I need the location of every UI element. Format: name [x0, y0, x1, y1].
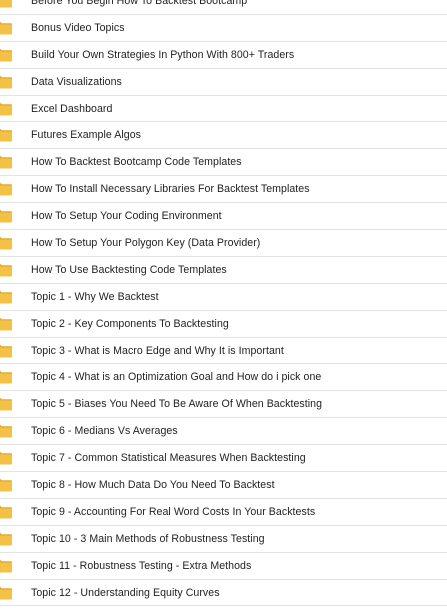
folder-label: Topic 11 - Robustness Testing - Extra Me…: [31, 559, 252, 572]
folder-row[interactable]: Topic 3 - What is Macro Edge and Why It …: [0, 338, 447, 365]
folder-row[interactable]: Topic 10 - 3 Main Methods of Robustness …: [0, 526, 447, 553]
folder-label: Topic 10 - 3 Main Methods of Robustness …: [31, 532, 265, 545]
folder-icon: [0, 370, 12, 384]
folder-row[interactable]: Topic 4 - What is an Optimization Goal a…: [0, 364, 447, 392]
folder-icon: [0, 102, 12, 115]
folder-row[interactable]: How To Use Backtesting Code Templates: [0, 257, 447, 284]
folder-row[interactable]: Before You Begin How To Backtest Bootcam…: [0, 0, 447, 15]
folder-label: Topic 1 - Why We Backtest: [31, 290, 159, 303]
folder-icon: [0, 209, 12, 223]
folder-label: Topic 4 - What is an Optimization Goal a…: [31, 371, 322, 384]
folder-label: How To Use Backtesting Code Templates: [31, 263, 227, 276]
folder-label: Topic 5 - Biases You Need To Be Aware Of…: [31, 398, 323, 411]
folder-icon: [0, 21, 12, 35]
folder-icon: [0, 128, 12, 142]
folder-row[interactable]: Bonus Video Topics: [0, 15, 447, 42]
folder-label: Topic 9 - Accounting For Real Word Costs…: [31, 505, 316, 518]
folder-icon: [0, 236, 12, 250]
folder-label: Topic 3 - What is Macro Edge and Why It …: [31, 344, 284, 357]
folder-label: Topic 6 - Medians Vs Averages: [31, 425, 178, 438]
folder-label: Topic 12 - Understanding Equity Curves: [31, 586, 220, 599]
folder-icon: [0, 48, 12, 62]
folder-label: How To Setup Your Polygon Key (Data Prov…: [31, 236, 261, 249]
folder-icon: [0, 478, 12, 492]
folder-row[interactable]: Topic 8 - How Much Data Do You Need To B…: [0, 472, 447, 499]
folder-row[interactable]: Topic 5 - Biases You Need To Be Aware Of…: [0, 391, 447, 419]
folder-row[interactable]: Topic 1 - Why We Backtest: [0, 284, 447, 311]
folder-label: Before You Begin How To Backtest Bootcam…: [31, 0, 248, 7]
folder-label: Topic 7 - Common Statistical Measures Wh…: [31, 452, 306, 465]
folder-row[interactable]: Excel Dashboard: [0, 96, 447, 123]
folder-icon: [0, 155, 12, 169]
folder-label: Topic 8 - How Much Data Do You Need To B…: [31, 478, 275, 491]
folder-row[interactable]: Topic 2 - Key Components To Backtesting: [0, 311, 447, 338]
folder-row[interactable]: Topic 9 - Accounting For Real Word Costs…: [0, 499, 447, 526]
folder-row[interactable]: Futures Example Algos: [0, 122, 447, 150]
folder-label: How To Setup Your Coding Environment: [31, 210, 222, 223]
folder-label: Data Visualizations: [31, 75, 122, 88]
folder-label: Build Your Own Strategies In Python With…: [31, 48, 295, 61]
folder-icon: [0, 263, 12, 277]
folder-row[interactable]: Topic 11 - Robustness Testing - Extra Me…: [0, 553, 447, 580]
folder-row[interactable]: Topic 6 - Medians Vs Averages: [0, 418, 447, 446]
folder-label: Futures Example Algos: [31, 129, 141, 142]
folder-icon: [0, 397, 12, 411]
folder-row[interactable]: Data Visualizations: [0, 69, 447, 96]
folder-icon: [0, 559, 12, 573]
folder-label: Excel Dashboard: [31, 102, 113, 115]
folder-label: How To Install Necessary Libraries For B…: [31, 183, 310, 196]
folder-label: Topic 2 - Key Components To Backtesting: [31, 317, 229, 330]
folder-label: How To Backtest Bootcamp Code Templates: [31, 156, 242, 169]
folder-icon: [0, 75, 12, 89]
folder-icon: [0, 451, 12, 465]
folder-row[interactable]: Build Your Own Strategies In Python With…: [0, 42, 447, 69]
folder-icon: [0, 290, 12, 304]
folder-icon: [0, 505, 12, 519]
folder-row[interactable]: How To Install Necessary Libraries For B…: [0, 176, 447, 204]
folder-list: Before You Begin How To Backtest Bootcam…: [0, 0, 447, 607]
folder-icon: [0, 532, 12, 546]
folder-row[interactable]: Topic 7 - Common Statistical Measures Wh…: [0, 445, 447, 473]
folder-icon: [0, 0, 12, 8]
folder-row[interactable]: Topic 12 - Understanding Equity Curves: [0, 580, 447, 607]
folder-label: Bonus Video Topics: [31, 21, 125, 34]
folder-icon: [0, 344, 12, 358]
folder-row[interactable]: How To Setup Your Coding Environment: [0, 203, 447, 231]
folder-icon: [0, 424, 12, 438]
folder-icon: [0, 182, 12, 196]
folder-icon: [0, 317, 12, 331]
folder-icon: [0, 586, 12, 600]
folder-row[interactable]: How To Backtest Bootcamp Code Templates: [0, 149, 447, 177]
folder-row[interactable]: How To Setup Your Polygon Key (Data Prov…: [0, 230, 447, 257]
